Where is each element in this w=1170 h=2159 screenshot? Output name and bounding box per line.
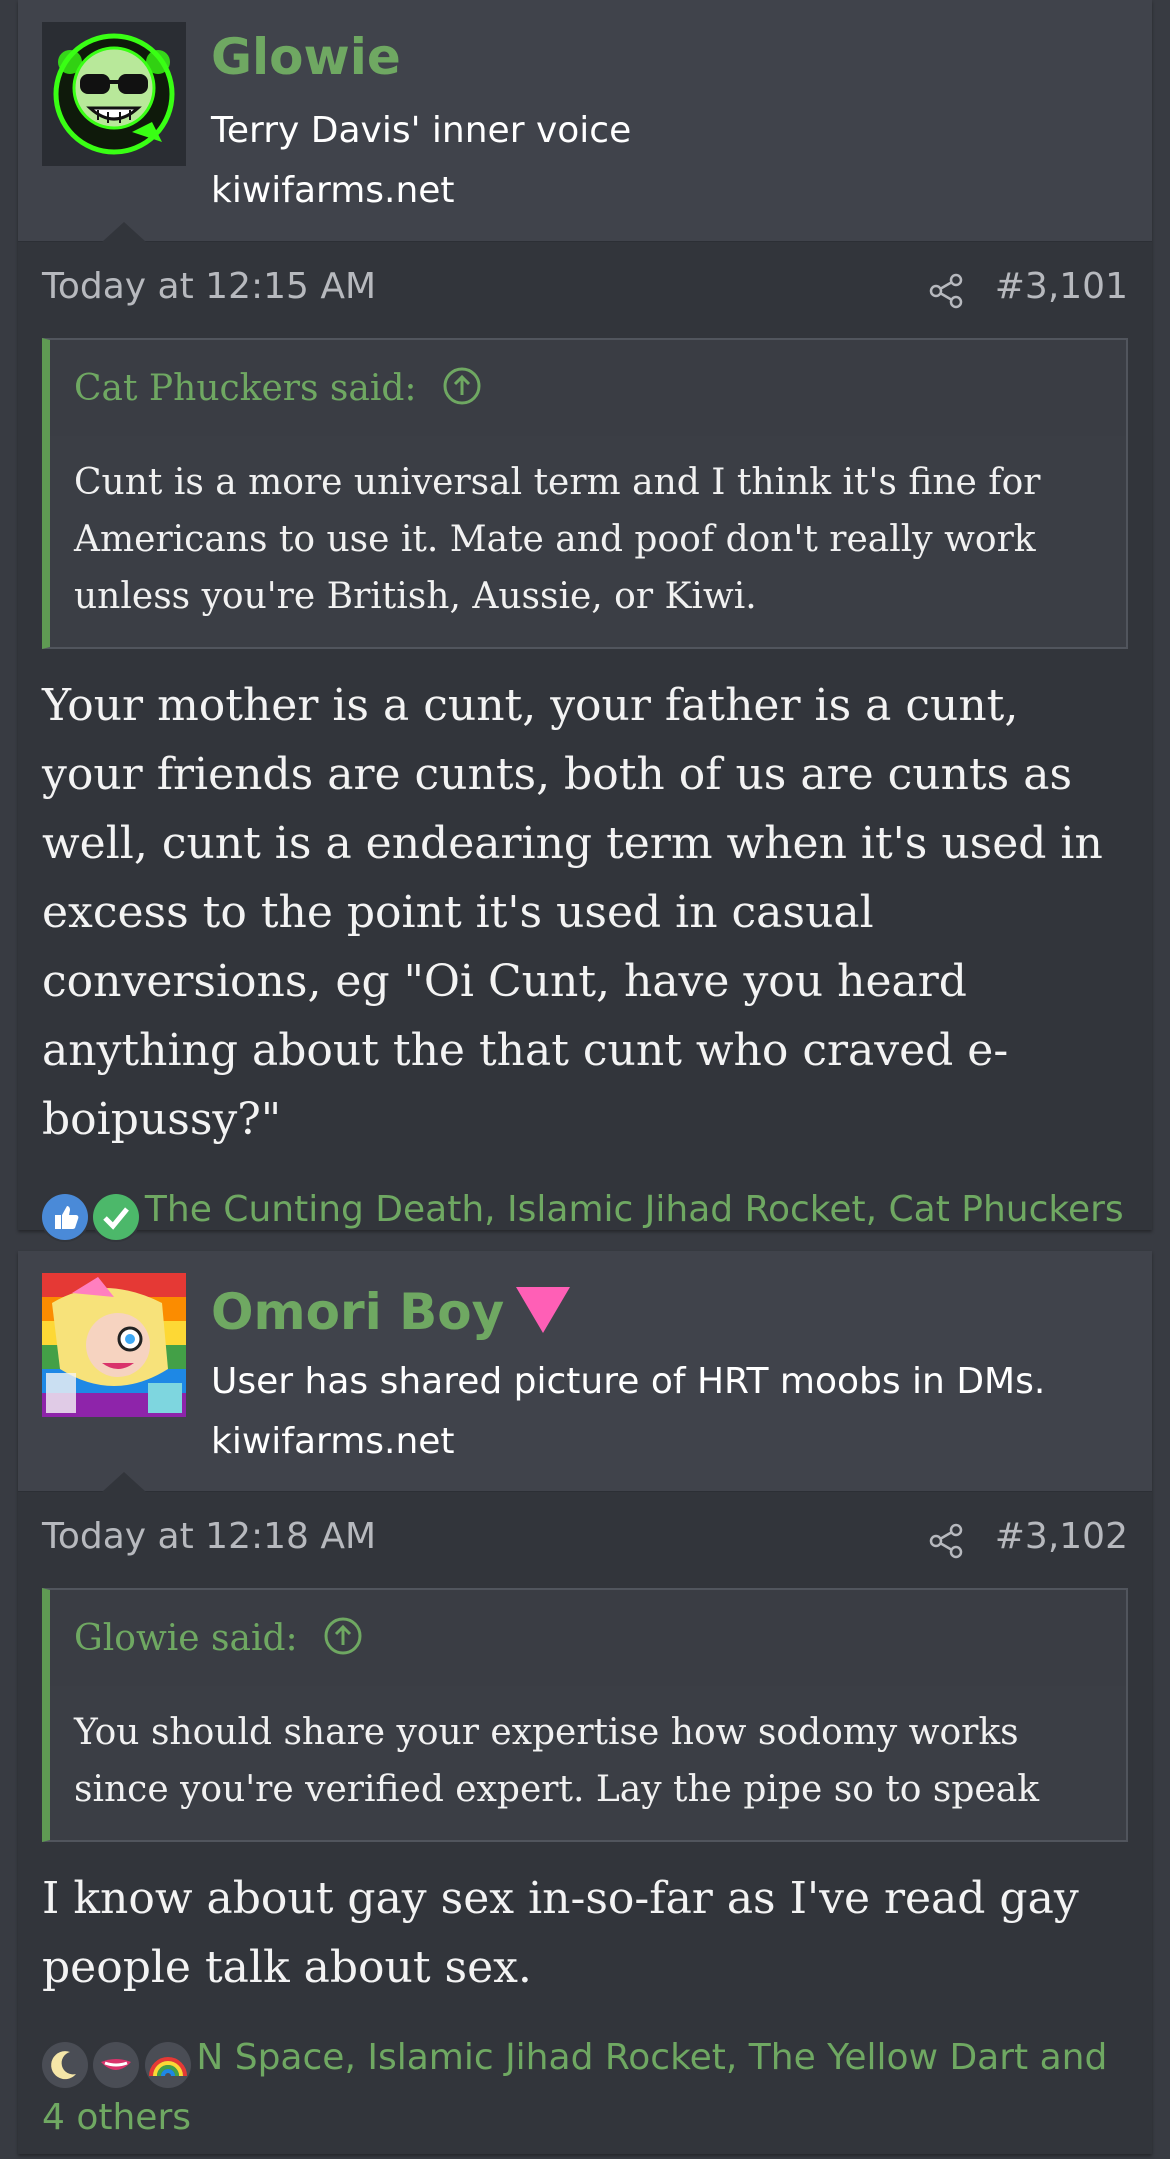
pink-triangle-icon <box>516 1287 571 1333</box>
quote-author[interactable]: Glowie said: <box>74 1616 363 1659</box>
check-icon <box>93 1194 140 1240</box>
post-meta: Today at 12:15 AM #3,101 <box>18 242 1152 338</box>
username[interactable]: Omori Boy <box>211 1283 571 1341</box>
like-icon <box>42 1194 88 1240</box>
quote-text: You should share your expertise how sodo… <box>50 1686 1126 1840</box>
quote-block: Cat Phuckers said: Cunt is a more univer… <box>42 338 1128 649</box>
quote-author[interactable]: Cat Phuckers said: <box>74 366 482 409</box>
quote-header: Cat Phuckers said: <box>50 340 1126 436</box>
post: Glowie Terry Davis' inner voice kiwifarm… <box>18 0 1152 1290</box>
reactions-bar[interactable]: N Space, Islamic Jihad Rocket, The Yello… <box>42 2032 1128 2143</box>
quote-header: Glowie said: <box>50 1590 1126 1686</box>
post-date[interactable]: Today at 12:15 AM <box>42 266 376 307</box>
post-body: Your mother is a cunt, your father is a … <box>42 680 1103 1145</box>
lips-icon <box>93 2042 140 2088</box>
post-number[interactable]: #3,102 <box>995 1516 1128 1557</box>
quote-text: Cunt is a more universal term and I thin… <box>50 436 1126 647</box>
reaction-icons <box>42 2042 191 2092</box>
rainbow-icon <box>144 2042 191 2088</box>
share-icon[interactable] <box>928 272 966 310</box>
arrow-up-circle-icon[interactable] <box>323 1616 363 1656</box>
reaction-icons <box>42 1194 140 1244</box>
post-date[interactable]: Today at 12:18 AM <box>42 1516 376 1557</box>
quote-block: Glowie said: You should share your exper… <box>42 1588 1128 1842</box>
header-notch <box>102 1472 146 1492</box>
user-header: Omori Boy User has shared picture of HRT… <box>18 1251 1152 1492</box>
moon-icon <box>42 2042 88 2088</box>
user-header: Glowie Terry Davis' inner voice kiwifarm… <box>18 0 1152 242</box>
post-number[interactable]: #3,101 <box>995 266 1128 307</box>
user-title: Terry Davis' inner voice <box>211 110 632 151</box>
avatar[interactable] <box>42 1273 186 1417</box>
thread-page: Glowie Terry Davis' inner voice kiwifarm… <box>0 0 1170 2159</box>
user-title: User has shared picture of HRT moobs in … <box>211 1361 1046 1402</box>
user-site: kiwifarms.net <box>211 1421 455 1462</box>
post-body: I know about gay sex in-so-far as I've r… <box>42 1873 1079 1993</box>
user-site: kiwifarms.net <box>211 170 455 211</box>
post: Omori Boy User has shared picture of HRT… <box>18 1251 1152 2154</box>
reactions-text[interactable]: N Space, Islamic Jihad Rocket, The Yello… <box>42 2037 1107 2138</box>
arrow-up-circle-icon[interactable] <box>442 366 482 406</box>
username[interactable]: Glowie <box>211 28 401 86</box>
avatar[interactable] <box>42 22 186 166</box>
share-icon[interactable] <box>928 1522 966 1560</box>
post-meta: Today at 12:18 AM #3,102 <box>18 1492 1152 1588</box>
header-notch <box>102 222 146 242</box>
